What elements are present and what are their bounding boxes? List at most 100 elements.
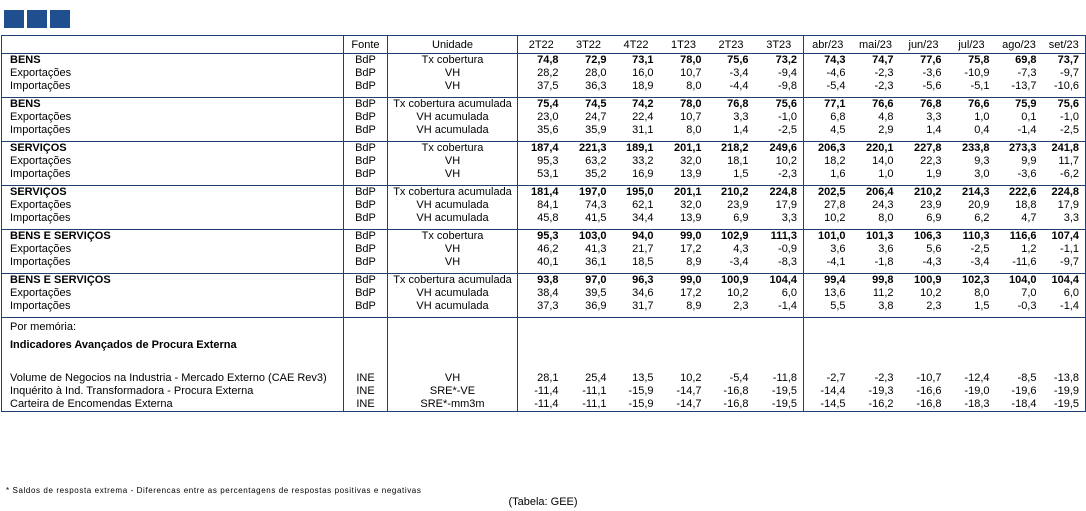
table-row: Exportações BdP VH acumulada 23,0 24,7 22,4 10… [1, 111, 1086, 124]
row-value: 5,5 [803, 300, 852, 313]
row-value: 28,1 [517, 372, 565, 385]
row-value: 218,2 [707, 141, 755, 155]
row-value: 23,9 [920, 199, 942, 211]
row-value: 99,4 [803, 273, 852, 287]
row-value: 53,1 [517, 168, 565, 181]
header-period: 2T22 [517, 35, 565, 54]
header-period: set/23 [1042, 35, 1086, 54]
row-value: -4,6 [803, 67, 852, 80]
row-value: 31,1 [632, 124, 654, 136]
row-value: 23,9 [727, 199, 749, 211]
logo-square [50, 10, 70, 28]
table-body: BENS BdP Tx cobertura 74,8 72,9 73,1 78,0 75,6 7… [1, 53, 1086, 412]
row-value: -2,3 [778, 168, 797, 180]
table-row: Inquérito à Ind. Transformadora - Procur… [1, 385, 1086, 398]
row-value: -5,4 [803, 80, 852, 93]
row-value: 6,0 [781, 287, 797, 299]
row-value: 1,6 [803, 168, 852, 181]
row-value: 73,7 [1042, 53, 1086, 67]
row-value: -1,4 [778, 300, 797, 312]
row-value: -3,4 [729, 67, 749, 79]
row-value: 103,0 [564, 229, 613, 243]
row-value: 11,2 [872, 287, 894, 299]
row-value: 0,4 [974, 124, 990, 136]
table-row: Exportações BdP VH 28,2 28,0 16,0 10,7 -3,4 -9,4… [1, 67, 1086, 80]
row-value: 101,3 [851, 229, 900, 243]
row-value: 7,0 [1021, 287, 1037, 299]
row-value: 197,0 [564, 185, 613, 199]
row-value: -2,5 [778, 124, 797, 136]
row-label: Importações [1, 256, 344, 269]
row-value: 16,0 [632, 67, 654, 79]
header-unidade: Unidade [387, 35, 518, 54]
header-period: ago/23 [995, 35, 1043, 54]
row-unit: VH acumulada [387, 111, 518, 124]
row-value: 4,5 [803, 124, 852, 137]
blank-cell [755, 336, 804, 354]
row-value: 23,0 [517, 111, 565, 124]
row-value: 221,3 [564, 141, 613, 155]
row-value: 0,1 [1021, 111, 1037, 123]
row-value: -14,4 [803, 385, 852, 398]
row-value: 39,5 [585, 287, 607, 299]
row-fonte: BdP [343, 212, 388, 225]
row-value: 8,0 [686, 80, 702, 92]
row-label: Exportações [1, 243, 344, 256]
blank-cell [852, 336, 900, 354]
row-value: 38,4 [517, 287, 565, 300]
blank-cell [900, 354, 948, 372]
row-value: 1,4 [926, 124, 942, 136]
table-row: Importações BdP VH 37,5 36,3 18,9 8,0 -4,4 -9,8-… [1, 80, 1086, 93]
row-value: 4,7 [1021, 212, 1037, 224]
row-value: 35,2 [585, 168, 607, 180]
blank-cell [754, 317, 804, 336]
table-row: Importações BdP VH acumulada 37,3 36,9 31,7 8,… [1, 300, 1086, 313]
header-period: 1T23 [659, 35, 708, 54]
blank-cell [948, 336, 996, 354]
row-value: 75,6 [707, 53, 755, 67]
row-value: -19,5 [754, 398, 804, 412]
row-fonte: BdP [343, 229, 388, 243]
blank-cell [613, 354, 660, 372]
row-value: 13,6 [803, 287, 852, 300]
row-value: 62,1 [632, 199, 654, 211]
row-fonte: BdP [343, 287, 388, 300]
row-value: 3,6 [803, 243, 852, 256]
row-value: 224,8 [1042, 185, 1086, 199]
table-row: BENS E SERVIÇOS BdP Tx cobertura 95,3 103,0 9… [1, 229, 1086, 243]
row-unit: VH acumulada [387, 124, 518, 137]
row-value: -5,6 [922, 80, 942, 92]
blank-cell [851, 317, 900, 336]
row-value: 18,8 [1015, 199, 1037, 211]
header-period: 3T23 [754, 35, 804, 54]
row-fonte: BdP [343, 185, 388, 199]
row-unit: VH [387, 168, 518, 181]
blank-cell [1042, 317, 1086, 336]
row-fonte: INE [343, 372, 388, 385]
row-label: Importações [1, 80, 344, 93]
row-value: 72,9 [564, 53, 613, 67]
row-value: 28,2 [517, 67, 565, 80]
row-label: SERVIÇOS [1, 185, 344, 199]
row-value: 233,8 [947, 141, 996, 155]
row-value: -14,7 [676, 385, 702, 397]
row-value: -18,3 [947, 398, 996, 412]
row-value: 77,6 [899, 53, 948, 67]
blank-cell [899, 317, 948, 336]
row-value: 6,9 [926, 212, 942, 224]
row-fonte: BdP [343, 97, 388, 111]
header-period: 4T22 [612, 35, 660, 54]
row-value: 102,9 [707, 229, 755, 243]
row-value: 5,6 [926, 243, 942, 255]
row-value: -11,8 [772, 372, 797, 384]
row-value: 74,3 [803, 53, 852, 67]
header-period: mai/23 [851, 35, 900, 54]
row-value: 8,9 [686, 300, 702, 312]
table-row: BENS BdP Tx cobertura acumulada 75,4 74,5 74,… [1, 97, 1086, 111]
table-row: Exportações BdP VH 95,3 63,2 33,2 32,0 18,1 10,2… [1, 155, 1086, 168]
memo-title: Por memória: [1, 317, 344, 336]
row-value: 10,7 [680, 111, 702, 123]
row-value: 13,9 [680, 168, 702, 180]
row-value: 1,0 [974, 111, 990, 123]
row-value: -16,8 [723, 385, 749, 397]
